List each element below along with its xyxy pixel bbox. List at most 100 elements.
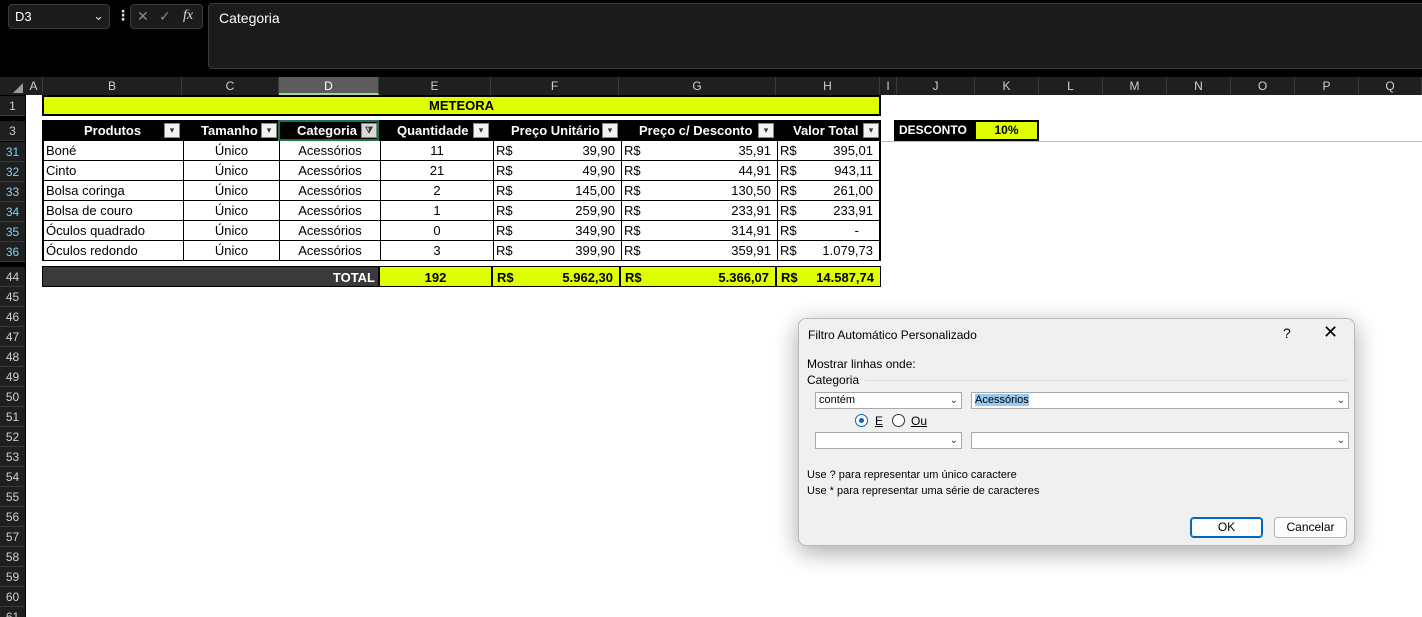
cell-preco[interactable]: R$ 49,90 [494, 161, 622, 180]
value1-combobox[interactable]: Acessórios ⌄ [971, 392, 1349, 409]
cell-produto[interactable]: Bolsa coringa [44, 181, 184, 200]
cell-desconto[interactable]: R$ 359,91 [622, 241, 778, 260]
ok-button[interactable]: OK [1190, 517, 1263, 538]
row-header-57[interactable]: 57 [0, 527, 25, 547]
row-header-34[interactable]: 34 [0, 202, 25, 222]
cell-categoria[interactable]: Acessórios [280, 241, 381, 260]
filter-dropdown-icon[interactable]: ▾ [164, 123, 180, 138]
desconto-value[interactable]: 10% [974, 120, 1039, 141]
cell-categoria[interactable]: Acessórios [280, 201, 381, 220]
row-header-59[interactable]: 59 [0, 567, 25, 587]
more-options-icon[interactable]: ⋮ [116, 7, 130, 24]
cell-categoria[interactable]: Acessórios [280, 161, 381, 180]
column-header-k[interactable]: K [975, 77, 1039, 95]
row-header-53[interactable]: 53 [0, 447, 25, 467]
cell-desconto[interactable]: R$ 233,91 [622, 201, 778, 220]
row-header-55[interactable]: 55 [0, 487, 25, 507]
cell-total[interactable]: R$ 943,11 [778, 161, 879, 180]
cell-total[interactable]: R$ 1.079,73 [778, 241, 879, 260]
column-header-h[interactable]: H [776, 77, 880, 95]
cell-quantidade[interactable]: 11 [381, 141, 494, 160]
cell-preco[interactable]: R$ 145,00 [494, 181, 622, 200]
column-header-e[interactable]: E [379, 77, 491, 95]
row-header-35[interactable]: 35 [0, 222, 25, 242]
row-header-45[interactable]: 45 [0, 287, 25, 307]
total-quantidade[interactable]: 192 [379, 266, 492, 287]
header-tamanho[interactable]: Tamanho ▾ [182, 120, 278, 141]
cell-produto[interactable]: Óculos redondo [44, 241, 184, 260]
filter-active-icon[interactable]: ⧩ [361, 123, 377, 138]
cell-categoria[interactable]: Acessórios [280, 221, 381, 240]
cell-total[interactable]: R$ - [778, 221, 879, 240]
row-header-44[interactable]: 44 [0, 267, 25, 287]
row-header-32[interactable]: 32 [0, 162, 25, 182]
total-label[interactable]: TOTAL [42, 266, 379, 287]
cell-tamanho[interactable]: Único [184, 181, 280, 200]
row-header-54[interactable]: 54 [0, 467, 25, 487]
cell-tamanho[interactable]: Único [184, 201, 280, 220]
insert-function-icon[interactable]: fx [183, 8, 193, 24]
column-header-b[interactable]: B [43, 77, 182, 95]
cell-desconto[interactable]: R$ 130,50 [622, 181, 778, 200]
column-header-j[interactable]: J [897, 77, 975, 95]
column-header-n[interactable]: N [1167, 77, 1231, 95]
row-header-56[interactable]: 56 [0, 507, 25, 527]
row-header-50[interactable]: 50 [0, 387, 25, 407]
radio-and[interactable] [855, 414, 868, 427]
operator1-select[interactable]: contém ⌄ [815, 392, 962, 409]
column-header-o[interactable]: O [1231, 77, 1295, 95]
desconto-label[interactable]: DESCONTO [894, 120, 974, 141]
cancel-icon[interactable]: ✕ [137, 8, 149, 25]
column-header-m[interactable]: M [1103, 77, 1167, 95]
enter-icon[interactable]: ✓ [159, 8, 171, 25]
cell-produto[interactable]: Bolsa de couro [44, 201, 184, 220]
row-header-49[interactable]: 49 [0, 367, 25, 387]
row-header-48[interactable]: 48 [0, 347, 25, 367]
header-produtos[interactable]: Produtos ▾ [42, 120, 182, 141]
radio-or[interactable] [892, 414, 905, 427]
row-header-33[interactable]: 33 [0, 182, 25, 202]
cell-produto[interactable]: Cinto [44, 161, 184, 180]
cell-produto[interactable]: Boné [44, 141, 184, 160]
cell-total[interactable]: R$ 395,01 [778, 141, 879, 160]
cell-tamanho[interactable]: Único [184, 141, 280, 160]
chevron-down-icon[interactable]: ⌄ [93, 8, 104, 24]
header-preco-desconto[interactable]: Preço c/ Desconto ▾ [620, 120, 776, 141]
cell-desconto[interactable]: R$ 35,91 [622, 141, 778, 160]
value2-combobox[interactable]: ⌄ [971, 432, 1349, 449]
cell-quantidade[interactable]: 2 [381, 181, 494, 200]
formula-input[interactable]: Categoria [208, 3, 1422, 69]
total-desconto[interactable]: R$ 5.366,07 [620, 266, 776, 287]
column-header-i[interactable]: I [880, 77, 897, 95]
total-valor[interactable]: R$ 14.587,74 [776, 266, 881, 287]
row-header-58[interactable]: 58 [0, 547, 25, 567]
cell-total[interactable]: R$ 233,91 [778, 201, 879, 220]
cell-tamanho[interactable]: Único [184, 241, 280, 260]
filter-dropdown-icon[interactable]: ▾ [758, 123, 774, 138]
row-header-51[interactable]: 51 [0, 407, 25, 427]
sheet-title-cell[interactable]: METEORA [42, 95, 881, 116]
row-header-61[interactable]: 61 [0, 607, 25, 617]
cell-tamanho[interactable]: Único [184, 221, 280, 240]
cancel-button[interactable]: Cancelar [1274, 517, 1347, 538]
cell-preco[interactable]: R$ 349,90 [494, 221, 622, 240]
column-header-f[interactable]: F [491, 77, 619, 95]
column-header-q[interactable]: Q [1359, 77, 1422, 95]
radio-and-label[interactable]: E [875, 414, 883, 428]
radio-or-label[interactable]: Ou [911, 414, 927, 428]
cell-preco[interactable]: R$ 259,90 [494, 201, 622, 220]
column-header-g[interactable]: G [619, 77, 776, 95]
column-header-p[interactable]: P [1295, 77, 1359, 95]
filter-dropdown-icon[interactable]: ▾ [261, 123, 277, 138]
row-header-1[interactable]: 1 [0, 96, 25, 116]
select-all-button[interactable] [0, 77, 25, 95]
row-header-60[interactable]: 60 [0, 587, 25, 607]
cell-produto[interactable]: Óculos quadrado [44, 221, 184, 240]
cell-tamanho[interactable]: Único [184, 161, 280, 180]
cell-desconto[interactable]: R$ 44,91 [622, 161, 778, 180]
cell-quantidade[interactable]: 21 [381, 161, 494, 180]
header-preco-unitario[interactable]: Preço Unitário ▾ [492, 120, 620, 141]
column-header-l[interactable]: L [1039, 77, 1103, 95]
row-header-36[interactable]: 36 [0, 242, 25, 262]
cell-desconto[interactable]: R$ 314,91 [622, 221, 778, 240]
